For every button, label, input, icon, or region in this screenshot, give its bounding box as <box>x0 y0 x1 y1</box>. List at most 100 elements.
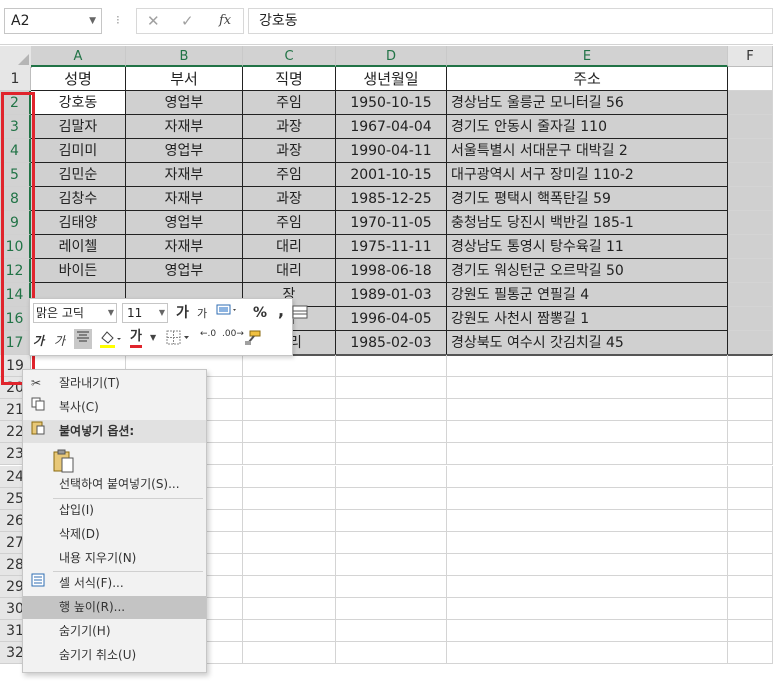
format-painter-icon[interactable] <box>244 330 262 352</box>
header-cell[interactable]: 주소 <box>447 67 728 91</box>
empty-cell[interactable] <box>447 377 728 400</box>
table-cell[interactable]: 주임 <box>243 91 336 115</box>
chevron-down-icon[interactable]: ▼ <box>89 9 96 33</box>
empty-cell[interactable] <box>447 421 728 444</box>
menu-item-cut[interactable]: ✂ 잘라내기(T) <box>23 372 206 395</box>
empty-cell[interactable] <box>728 421 773 444</box>
table-cell[interactable]: 경상북도 여수시 갓김치길 45 <box>447 331 728 355</box>
merge-center-icon[interactable] <box>292 304 308 326</box>
empty-cell[interactable] <box>447 642 728 665</box>
align-center-icon[interactable] <box>74 329 92 349</box>
empty-cell[interactable] <box>447 509 728 532</box>
empty-cell[interactable] <box>243 553 336 576</box>
empty-cell[interactable] <box>447 531 728 554</box>
table-cell[interactable]: 주임 <box>243 211 336 235</box>
decrease-decimal-icon[interactable]: .00→ <box>222 330 244 339</box>
italic-icon[interactable]: 가 <box>54 332 65 350</box>
table-cell[interactable]: 경기도 워싱턴군 오르막길 50 <box>447 259 728 283</box>
header-cell[interactable]: 직명 <box>243 67 336 91</box>
empty-cell[interactable] <box>728 377 773 400</box>
table-cell[interactable]: 충청남도 당진시 백반길 185-1 <box>447 211 728 235</box>
table-cell[interactable]: 1985-12-25 <box>336 187 447 211</box>
empty-cell[interactable] <box>728 211 773 235</box>
empty-cell[interactable] <box>728 355 773 378</box>
table-cell[interactable]: 과장 <box>243 139 336 163</box>
empty-cell[interactable] <box>336 487 447 510</box>
empty-cell[interactable] <box>728 259 773 283</box>
empty-cell[interactable] <box>728 163 773 187</box>
empty-cell[interactable] <box>243 598 336 621</box>
table-cell[interactable]: 2001-10-15 <box>336 163 447 187</box>
table-cell[interactable]: 경기도 안동시 줄자길 110 <box>447 115 728 139</box>
empty-cell[interactable] <box>336 620 447 643</box>
empty-cell[interactable] <box>447 487 728 510</box>
cancel-icon[interactable]: ✕ <box>147 11 160 31</box>
empty-cell[interactable] <box>447 443 728 466</box>
row-header[interactable]: 10 <box>0 235 31 259</box>
table-cell[interactable]: 자재부 <box>126 187 243 211</box>
table-cell[interactable]: 1950-10-15 <box>336 91 447 115</box>
menu-item-row-height[interactable]: 행 높이(R)... <box>23 596 206 619</box>
column-header-b[interactable]: B <box>126 46 243 67</box>
table-cell[interactable]: 과장 <box>243 115 336 139</box>
empty-cell[interactable] <box>728 598 773 621</box>
table-cell[interactable]: 레이첼 <box>31 235 126 259</box>
table-cell[interactable]: 1996-04-05 <box>336 307 447 331</box>
row-header[interactable]: 5 <box>0 163 31 187</box>
empty-cell[interactable] <box>336 598 447 621</box>
table-cell[interactable]: 김미미 <box>31 139 126 163</box>
menu-item-copy[interactable]: 복사(C) <box>23 396 206 419</box>
empty-cell[interactable] <box>243 465 336 488</box>
enter-icon[interactable]: ✓ <box>181 11 194 31</box>
empty-cell[interactable] <box>336 421 447 444</box>
name-box[interactable]: A2 ▼ <box>4 8 102 34</box>
table-cell[interactable]: 서울특별시 서대문구 대박길 2 <box>447 139 728 163</box>
insert-function-icon[interactable]: fx <box>219 11 231 31</box>
empty-cell[interactable] <box>728 576 773 599</box>
empty-cell[interactable] <box>728 443 773 466</box>
empty-cell[interactable] <box>336 465 447 488</box>
font-name-select[interactable]: 맑은 고딕 ▼ <box>33 303 117 323</box>
empty-cell[interactable] <box>243 487 336 510</box>
header-cell[interactable]: 생년월일 <box>336 67 447 91</box>
table-cell[interactable]: 영업부 <box>126 139 243 163</box>
empty-cell[interactable] <box>728 187 773 211</box>
empty-cell[interactable] <box>728 620 773 643</box>
column-header-d[interactable]: D <box>336 46 447 67</box>
percent-icon[interactable]: % <box>253 304 267 322</box>
row-header[interactable]: 14 <box>0 283 31 307</box>
table-cell[interactable]: 1985-02-03 <box>336 331 447 355</box>
table-cell[interactable]: 강원도 사천시 짬뽕길 1 <box>447 307 728 331</box>
table-cell[interactable]: 김민순 <box>31 163 126 187</box>
shrink-font-icon[interactable]: 가 <box>197 305 207 323</box>
comma-style-icon[interactable]: , <box>278 302 284 320</box>
empty-cell[interactable] <box>447 598 728 621</box>
empty-cell[interactable] <box>243 399 336 422</box>
empty-cell[interactable] <box>447 465 728 488</box>
font-color-icon[interactable]: 가 <box>130 329 142 348</box>
row-header[interactable]: 4 <box>0 139 31 163</box>
empty-cell[interactable] <box>336 355 447 378</box>
active-cell[interactable]: 강호동 <box>31 91 126 115</box>
table-cell[interactable]: 김말자 <box>31 115 126 139</box>
table-cell[interactable]: 경기도 평택시 핵폭탄길 59 <box>447 187 728 211</box>
menu-item-clear-contents[interactable]: 내용 지우기(N) <box>23 547 206 570</box>
formula-input[interactable]: 강호동 <box>248 8 773 34</box>
table-cell[interactable]: 바이든 <box>31 259 126 283</box>
empty-cell[interactable] <box>243 620 336 643</box>
row-header[interactable]: 1 <box>0 67 31 91</box>
empty-cell[interactable] <box>447 553 728 576</box>
empty-cell[interactable] <box>336 509 447 532</box>
font-size-select[interactable]: 11 ▼ <box>122 303 168 323</box>
table-cell[interactable]: 1967-04-04 <box>336 115 447 139</box>
select-all-button[interactable] <box>0 46 32 68</box>
table-cell[interactable]: 1989-01-03 <box>336 283 447 307</box>
table-cell[interactable]: 자재부 <box>126 163 243 187</box>
empty-cell[interactable] <box>336 576 447 599</box>
column-header-c[interactable]: C <box>243 46 336 67</box>
table-cell[interactable]: 과장 <box>243 187 336 211</box>
empty-cell[interactable] <box>243 377 336 400</box>
table-cell[interactable]: 대구광역시 서구 장미길 110-2 <box>447 163 728 187</box>
row-header[interactable]: 9 <box>0 211 31 235</box>
empty-cell[interactable] <box>336 399 447 422</box>
